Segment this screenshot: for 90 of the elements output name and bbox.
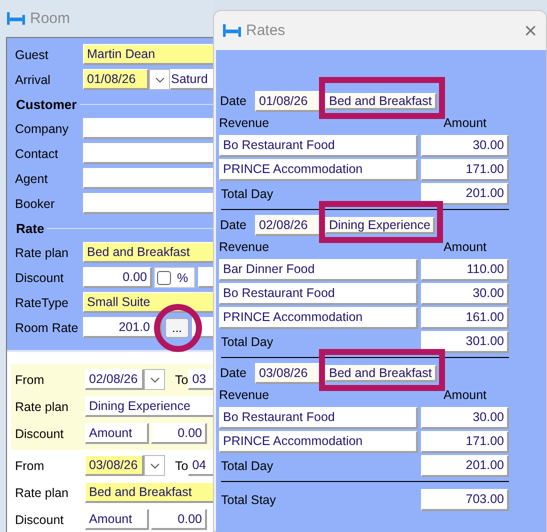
field-label: Date xyxy=(219,366,248,380)
rate-plan-field[interactable]: Dining Experience xyxy=(85,396,213,417)
input-field[interactable] xyxy=(83,143,213,164)
percent-label: % xyxy=(177,270,188,284)
revenue-field: Bo Restaurant Food xyxy=(219,407,418,429)
field-label: Arrival xyxy=(14,72,52,86)
discount-field[interactable]: 0.00 xyxy=(151,423,207,444)
input-field[interactable] xyxy=(83,168,213,189)
dropdown-button[interactable] xyxy=(144,369,165,390)
field-label: Rate plan xyxy=(15,486,70,500)
column-header: Amount xyxy=(442,240,488,254)
amount-field: 30.00 xyxy=(421,407,509,429)
revenue-field: Bar Dinner Food xyxy=(219,259,418,281)
amount-field: 171.00 xyxy=(421,159,509,181)
field-label: From xyxy=(15,458,46,472)
dropdown-button[interactable] xyxy=(149,69,170,90)
rate-plan-field: Bed and Breakfast xyxy=(325,92,437,110)
field-label: RateType xyxy=(14,296,70,310)
total-label: Total Day xyxy=(220,335,274,349)
total-field: 703.00 xyxy=(421,489,509,511)
window-title: Rates xyxy=(246,22,286,39)
field-label: Guest xyxy=(14,48,50,62)
window-title: Room xyxy=(30,10,70,27)
amount-field: 30.00 xyxy=(421,135,509,157)
field-label: Discount xyxy=(14,270,65,284)
date-field[interactable]: 01/08/26 xyxy=(83,69,149,90)
input-field[interactable] xyxy=(83,118,213,139)
field-label: To xyxy=(175,372,188,386)
rate-plan-field[interactable]: Bed and Breakfast xyxy=(83,242,213,263)
amount-field: 110.00 xyxy=(421,259,509,281)
column-header: Amount xyxy=(442,388,488,402)
total-field: 301.00 xyxy=(421,331,509,353)
column-header: Revenue xyxy=(219,240,270,254)
guest-field[interactable]: Martin Dean xyxy=(83,44,213,65)
rate-plan-field[interactable]: Bed and Breakfast xyxy=(85,482,213,503)
field-label: Room Rate xyxy=(14,320,80,334)
revenue-field: Bo Restaurant Food xyxy=(219,283,418,305)
amount-field: 30.00 xyxy=(421,283,509,305)
field-label: Agent xyxy=(14,172,49,186)
dropdown-button[interactable] xyxy=(144,455,165,476)
field-label: Booker xyxy=(14,196,56,210)
field-label: Rate plan xyxy=(15,400,70,414)
discount-field[interactable]: 0.00 xyxy=(151,509,207,530)
total-field: 201.00 xyxy=(421,183,509,205)
rate-period-panel[interactable]: From 02/08/26 To 03 Rate plan Dining Experience Discount Amount 0.00 xyxy=(11,364,213,450)
field-label: Rate plan xyxy=(14,246,70,260)
group-heading: Rate xyxy=(15,220,46,236)
checkbox[interactable] xyxy=(157,270,171,284)
revenue-field: PRINCE Accommodation xyxy=(219,159,418,181)
discount-type-field[interactable]: Amount xyxy=(85,509,149,530)
field-label: Discount xyxy=(15,426,65,440)
rate-period-panel[interactable]: From 03/08/26 To 04 Rate plan Bed and Breakfast Discount Amount 0.00 xyxy=(11,450,213,532)
field-label: Discount xyxy=(15,512,65,526)
total-label: Total Day xyxy=(220,459,274,473)
discount-field[interactable]: 0.00 xyxy=(83,267,152,288)
field-label: Date xyxy=(219,94,248,108)
input-field[interactable] xyxy=(83,193,213,214)
column-header: Revenue xyxy=(219,116,270,130)
field-label: Company xyxy=(14,122,70,136)
revenue-field: PRINCE Accommodation xyxy=(219,431,418,453)
revenue-field: Bo Restaurant Food xyxy=(219,135,418,157)
discount-type-field[interactable]: Amount xyxy=(85,423,149,444)
bed-icon xyxy=(7,12,25,25)
rate-type-field[interactable]: Small Suite xyxy=(83,292,213,313)
bed-icon xyxy=(223,24,241,37)
room-rate-field[interactable]: 201.0 xyxy=(83,317,162,338)
rate-plan-field: Bed and Breakfast xyxy=(325,364,437,382)
chevron-down-icon xyxy=(150,462,160,468)
day-field[interactable]: Saturd xyxy=(170,69,213,90)
field-label: Date xyxy=(219,218,248,232)
rate-plan-field: Dining Experience xyxy=(325,216,436,234)
column-header: Amount xyxy=(442,116,488,130)
ellipsis-button[interactable]: ... xyxy=(165,318,189,338)
chevron-down-icon xyxy=(154,76,164,82)
column-header: Revenue xyxy=(219,388,270,402)
field-label: To xyxy=(175,458,188,472)
date-field[interactable]: 03 xyxy=(188,369,213,390)
date-field[interactable]: 02/08/26 xyxy=(85,369,144,390)
close-button[interactable]: × xyxy=(524,18,537,44)
amount-field: 171.00 xyxy=(421,431,509,453)
chevron-down-icon xyxy=(150,376,160,382)
total-label: Total Day xyxy=(220,187,274,201)
total-label: Total Stay xyxy=(220,493,276,507)
total-field: 201.00 xyxy=(421,455,509,477)
group-heading: Customer xyxy=(15,96,78,112)
amount-field: 161.00 xyxy=(421,307,509,329)
date-field[interactable]: 03/08/26 xyxy=(85,455,144,476)
field-label: From xyxy=(15,372,46,386)
field-label: Contact xyxy=(14,146,60,160)
revenue-field: PRINCE Accommodation xyxy=(219,307,418,329)
